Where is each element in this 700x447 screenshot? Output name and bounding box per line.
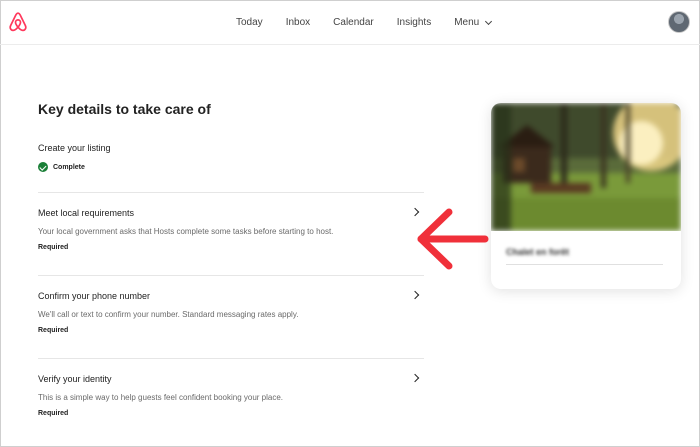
task-description: This is a simple way to help guests feel… <box>38 393 284 402</box>
nav-insights[interactable]: Insights <box>397 17 431 28</box>
page-title: Key details to take care of <box>38 101 211 117</box>
required-tag: Required <box>38 410 69 417</box>
task-label: Confirm your phone number <box>38 291 151 301</box>
task-create-listing: Create your listing Complete <box>38 143 424 172</box>
user-avatar[interactable] <box>668 11 690 33</box>
listing-photo <box>491 103 681 231</box>
arrow-left-icon <box>417 208 489 270</box>
task-local-requirements[interactable]: Meet local requirements Your local gover… <box>38 207 424 251</box>
task-verify-identity[interactable]: Verify your identity This is a simple wa… <box>38 373 424 417</box>
chevron-down-icon <box>485 17 493 25</box>
nav-menu-label: Menu <box>454 17 480 28</box>
nav-calendar[interactable]: Calendar <box>333 17 374 28</box>
nav-menu[interactable]: Menu <box>454 17 493 28</box>
divider <box>38 192 424 193</box>
divider <box>38 275 424 276</box>
task-label: Meet local requirements <box>38 208 135 218</box>
divider <box>38 358 424 359</box>
task-label: Verify your identity <box>38 374 112 384</box>
task-description: Your local government asks that Hosts co… <box>38 227 334 236</box>
task-label: Create your listing <box>38 143 111 153</box>
status-badge: Complete <box>38 162 424 172</box>
required-tag: Required <box>38 244 69 251</box>
nav-today[interactable]: Today <box>236 17 263 28</box>
check-circle-icon <box>38 162 48 172</box>
top-navigation: Today Inbox Calendar Insights Menu <box>0 0 700 45</box>
divider <box>506 264 663 265</box>
nav-inbox[interactable]: Inbox <box>286 17 310 28</box>
required-tag: Required <box>38 327 69 334</box>
airbnb-logo-icon[interactable] <box>8 11 28 33</box>
status-text: Complete <box>53 163 85 171</box>
listing-card[interactable]: Chalet en forêt <box>491 103 681 289</box>
task-confirm-phone[interactable]: Confirm your phone number We'll call or … <box>38 290 424 334</box>
listing-title: Chalet en forêt <box>506 247 570 257</box>
nav-links: Today Inbox Calendar Insights Menu <box>236 0 514 45</box>
task-description: We'll call or text to confirm your numbe… <box>38 310 299 319</box>
